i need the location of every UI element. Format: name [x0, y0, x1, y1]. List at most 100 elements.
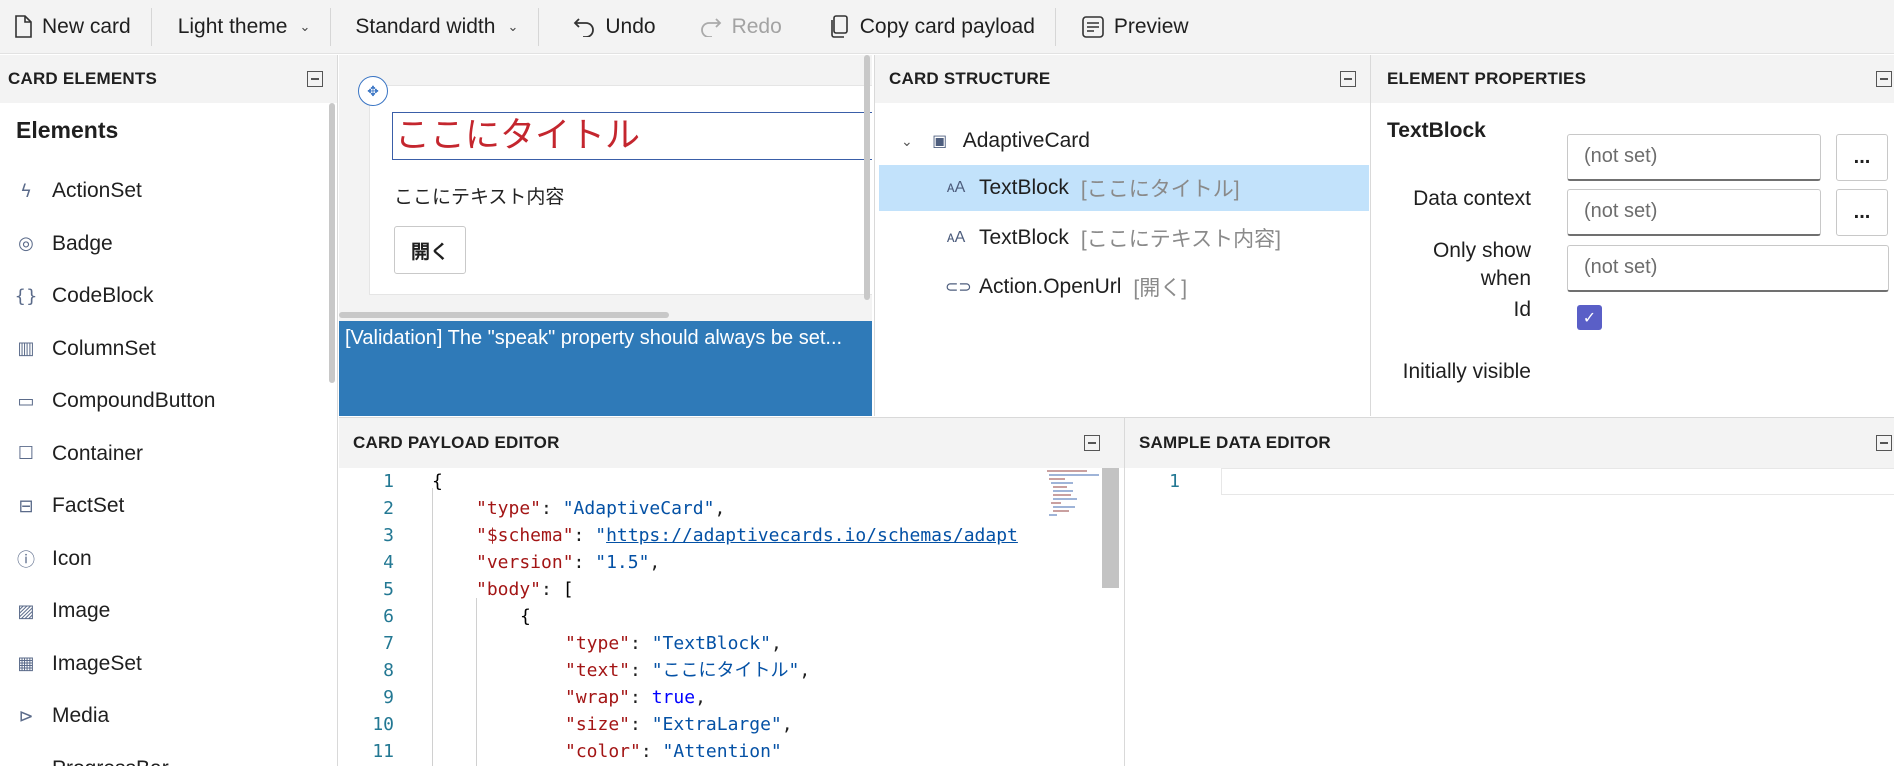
sample-data-input[interactable] [1221, 468, 1894, 495]
element-compoundbutton[interactable]: ▭ CompoundButton [0, 375, 337, 428]
card-structure-header: CARD STRUCTURE [875, 55, 1370, 103]
card-payload-editor: CARD PAYLOAD EDITOR 1{ 2 "type": "Adaptiv… [339, 417, 1124, 766]
line-number: 1 [383, 471, 394, 492]
code-token: { [432, 471, 443, 492]
line-number: 8 [383, 660, 394, 681]
tree-node-detail: [ここにテキスト内容] [1080, 228, 1281, 251]
canvas-vertical-scrollbar[interactable] [864, 55, 870, 300]
line-number: 7 [383, 633, 394, 654]
only-show-when-more-button[interactable]: ... [1836, 189, 1888, 236]
code-token: "$schema" [476, 525, 574, 546]
toolbar: New card Light theme ⌄ Standard width ⌄ … [0, 0, 1894, 54]
id-field[interactable]: (not set) [1567, 245, 1889, 292]
element-image[interactable]: ▨ Image [0, 585, 337, 638]
tree-node-adaptivecard[interactable]: ⌄ ▣ AdaptiveCard [879, 118, 1369, 164]
element-progressbar[interactable]: ▬ ProgressBar [0, 743, 337, 766]
copy-payload-button[interactable]: Copy card payload [816, 0, 1055, 54]
columns-icon: ▥ [17, 338, 35, 360]
width-dropdown[interactable]: Standard width ⌄ [331, 0, 538, 54]
chevron-down-icon[interactable]: ⌄ [901, 133, 913, 150]
code-editor[interactable]: 1{ 2 "type": "AdaptiveCard", 3 "$schema": … [339, 468, 1124, 766]
element-actionset[interactable]: ϟ ActionSet [0, 165, 337, 218]
element-properties-header: ELEMENT PROPERTIES [1371, 55, 1894, 103]
element-media[interactable]: ⊳ Media [0, 690, 337, 743]
line-number: 1 [1169, 471, 1180, 492]
canvas-horizontal-scrollbar[interactable] [339, 312, 669, 318]
element-container[interactable]: ☐ Container [0, 428, 337, 481]
tree-node-detail: [開く] [1133, 277, 1188, 300]
element-icon[interactable]: ⓘ Icon [0, 533, 337, 586]
card-body-textblock[interactable]: ここにテキスト内容 [394, 182, 564, 209]
collapse-icon[interactable] [1084, 435, 1100, 451]
redo-label: Redo [731, 14, 782, 38]
line-number: 5 [383, 579, 394, 600]
theme-dropdown[interactable]: Light theme ⌄ [152, 0, 331, 54]
code-line: 5 "body": [ [339, 576, 1039, 603]
data-context-more-button[interactable]: ... [1836, 134, 1888, 181]
code-line: 1{ [339, 468, 1039, 495]
code-token: "wrap" [565, 687, 631, 708]
adaptive-card-preview[interactable]: ここにタイトル ここにテキスト内容 開く [369, 85, 872, 295]
collapse-icon[interactable] [307, 71, 323, 87]
code-token[interactable]: https://adaptivecards.io/schemas/adapt [606, 525, 1018, 546]
copy-icon [830, 14, 848, 38]
code-token: true [651, 687, 696, 708]
collapse-icon[interactable] [1876, 71, 1892, 87]
code-token: "body" [476, 579, 542, 600]
collapse-icon[interactable] [1340, 71, 1356, 87]
line-number: 3 [383, 525, 394, 546]
tree-node-textblock-title[interactable]: ᴀA TextBlock [ここにタイトル] [879, 165, 1369, 211]
card-open-button[interactable]: 開く [394, 226, 466, 274]
data-context-field[interactable]: (not set) [1567, 134, 1821, 181]
line-number: 9 [383, 687, 394, 708]
card-structure-panel: CARD STRUCTURE ⌄ ▣ AdaptiveCard ᴀA TextB… [874, 55, 1370, 416]
payload-editor-title: CARD PAYLOAD EDITOR [353, 433, 560, 452]
redo-button[interactable]: Redo [686, 0, 816, 54]
element-label: Media [52, 704, 110, 728]
preview-button[interactable]: Preview [1056, 0, 1209, 54]
id-label: Id [1513, 298, 1531, 321]
link-icon: ⊂⊃ [945, 279, 972, 296]
new-card-label: New card [42, 14, 131, 38]
element-label: Badge [52, 231, 113, 255]
code-token: "ここにタイトル" [651, 660, 800, 681]
text-icon: ᴀA [946, 179, 966, 196]
card-title-textblock[interactable]: ここにタイトル [392, 112, 872, 160]
element-codeblock[interactable]: {} CodeBlock [0, 270, 337, 323]
code-token: "AdaptiveCard" [562, 498, 715, 519]
preview-label: Preview [1113, 14, 1189, 38]
element-label: Container [52, 441, 144, 465]
code-token: "type" [565, 633, 631, 654]
code-line: 6{ [339, 603, 1039, 630]
initially-visible-checkbox[interactable]: ✓ [1577, 305, 1602, 330]
tree-node-label: Action.OpenUrl [979, 275, 1122, 298]
new-card-button[interactable]: New card [0, 0, 151, 54]
element-badge[interactable]: ◎ Badge [0, 218, 337, 271]
payload-editor-header: CARD PAYLOAD EDITOR [339, 418, 1124, 468]
elements-section-title: Elements [16, 117, 119, 143]
selected-element-type: TextBlock [1387, 119, 1486, 142]
undo-button[interactable]: Undo [539, 0, 685, 54]
elements-scrollbar[interactable] [329, 103, 335, 383]
chevron-down-icon: ⌄ [507, 18, 519, 34]
code-line: 9 "wrap": true, [339, 684, 1039, 711]
element-imageset[interactable]: ▦ ImageSet [0, 638, 337, 691]
theme-label: Light theme [177, 14, 288, 38]
minimap-preview [1047, 470, 1099, 516]
chevron-down-icon: ⌄ [299, 18, 311, 34]
move-icon[interactable]: ✥ [358, 76, 388, 106]
code-token: [ [562, 579, 574, 600]
only-show-when-field[interactable]: (not set) [1567, 189, 1821, 236]
element-properties-title: ELEMENT PROPERTIES [1387, 69, 1587, 88]
code-line: 4 "version": "1.5", [339, 549, 1039, 576]
element-columnset[interactable]: ▥ ColumnSet [0, 323, 337, 376]
tree-node-action-openurl[interactable]: ⊂⊃ Action.OpenUrl [開く] [879, 264, 1369, 310]
code-token: "ExtraLarge" [651, 714, 782, 735]
code-token: "1.5" [595, 552, 650, 573]
collapse-icon[interactable] [1876, 435, 1892, 451]
element-factset[interactable]: ⊟ FactSet [0, 480, 337, 533]
element-label: ImageSet [52, 651, 142, 675]
payload-editor-scrollbar[interactable] [1102, 468, 1119, 588]
tree-node-label: TextBlock [979, 226, 1069, 249]
tree-node-textblock-body[interactable]: ᴀA TextBlock [ここにテキスト内容] [879, 215, 1369, 261]
